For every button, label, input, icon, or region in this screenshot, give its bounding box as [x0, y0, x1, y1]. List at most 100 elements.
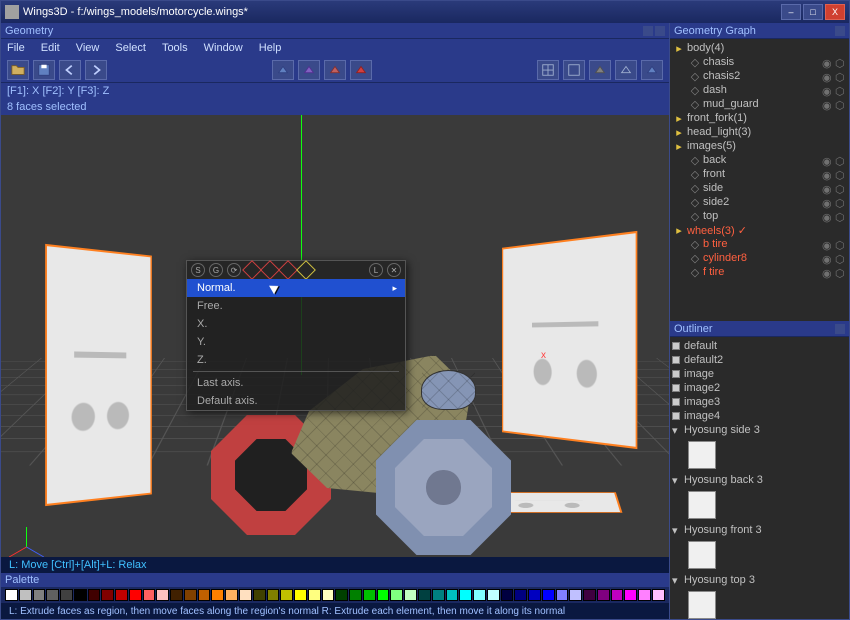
outliner-image-thumb[interactable]	[672, 587, 847, 619]
tree-item[interactable]: ◇front◉⬡	[672, 167, 847, 181]
titlebar[interactable]: Wings3D - f:/wings_models/motorcycle.win…	[1, 1, 849, 23]
palette-swatch[interactable]	[446, 589, 459, 601]
palette-swatch[interactable]	[624, 589, 637, 601]
palette-swatch[interactable]	[322, 589, 335, 601]
wire-icon[interactable]: ⬡	[835, 99, 845, 109]
expand-icon[interactable]: ▾	[672, 574, 684, 587]
minimize-button[interactable]: –	[781, 4, 801, 20]
front-wheel[interactable]	[376, 420, 511, 555]
eye-icon[interactable]: ◉	[822, 211, 832, 221]
eye-icon[interactable]: ◉	[822, 57, 832, 67]
wire-icon[interactable]: ⬡	[835, 211, 845, 221]
outliner-material[interactable]: image2	[672, 381, 847, 395]
outliner-image-thumb[interactable]	[672, 487, 847, 523]
palette-swatch[interactable]	[473, 589, 486, 601]
palette-swatch[interactable]	[542, 589, 555, 601]
eye-icon[interactable]: ◉	[822, 197, 832, 207]
view-wire-button[interactable]	[615, 60, 637, 80]
tree-folder[interactable]: ▸front_fork(1)	[672, 111, 847, 125]
outliner-image-thumb[interactable]	[672, 437, 847, 473]
palette-swatch[interactable]	[556, 589, 569, 601]
palette-swatch[interactable]	[253, 589, 266, 601]
tree-item[interactable]: ◇chasis◉⬡	[672, 55, 847, 69]
menu-tools[interactable]: Tools	[162, 42, 188, 54]
wire-icon[interactable]: ⬡	[835, 239, 845, 249]
palette-swatch[interactable]	[363, 589, 376, 601]
palette-swatch[interactable]	[514, 589, 527, 601]
outliner-image-label[interactable]: ▾Hyosung side 3	[672, 423, 847, 437]
ctx-item-free[interactable]: Free.	[187, 297, 405, 315]
ctx-icon-l[interactable]: L	[369, 263, 383, 277]
ctx-icon-3[interactable]: ⟳	[227, 263, 241, 277]
palette-swatch[interactable]	[335, 589, 348, 601]
tree-item[interactable]: ◇cylinder8◉⬡	[672, 251, 847, 265]
outliner-image-label[interactable]: ▾Hyosung front 3	[672, 523, 847, 537]
eye-icon[interactable]: ◉	[822, 85, 832, 95]
eye-icon[interactable]: ◉	[822, 267, 832, 277]
tree-folder[interactable]: ▸body(4)	[672, 41, 847, 55]
palette-swatch[interactable]	[377, 589, 390, 601]
panel-min-icon[interactable]	[643, 26, 653, 36]
eye-icon[interactable]: ◉	[822, 239, 832, 249]
tree-item[interactable]: ◇f tire◉⬡	[672, 265, 847, 279]
open-button[interactable]	[7, 60, 29, 80]
menu-file[interactable]: File	[7, 42, 25, 54]
menu-window[interactable]: Window	[204, 42, 243, 54]
tree-folder[interactable]: ▸images(5)	[672, 139, 847, 153]
outliner-material[interactable]: image3	[672, 395, 847, 409]
menu-view[interactable]: View	[76, 42, 100, 54]
geometry-graph-header[interactable]: Geometry Graph	[670, 23, 849, 39]
close-button[interactable]: X	[825, 4, 845, 20]
palette-swatch[interactable]	[129, 589, 142, 601]
palette-swatch[interactable]	[198, 589, 211, 601]
palette-swatch[interactable]	[583, 589, 596, 601]
maximize-button[interactable]: □	[803, 4, 823, 20]
palette-swatch[interactable]	[60, 589, 73, 601]
palette-swatch[interactable]	[267, 589, 280, 601]
palette-swatch[interactable]	[33, 589, 46, 601]
outliner-list[interactable]: defaultdefault2imageimage2image3image4▾H…	[670, 337, 849, 619]
wire-icon[interactable]: ⬡	[835, 71, 845, 81]
wire-icon[interactable]: ⬡	[835, 155, 845, 165]
save-button[interactable]	[33, 60, 55, 80]
palette-swatch[interactable]	[101, 589, 114, 601]
eye-icon[interactable]: ◉	[822, 183, 832, 193]
palette-swatch[interactable]	[170, 589, 183, 601]
ctx-item-x[interactable]: X.	[187, 315, 405, 333]
wire-icon[interactable]: ⬡	[835, 85, 845, 95]
outliner-material[interactable]: image4	[672, 409, 847, 423]
ctx-item-z[interactable]: Z.	[187, 351, 405, 369]
wire-icon[interactable]: ⬡	[835, 169, 845, 179]
outliner-close-icon[interactable]	[835, 324, 845, 334]
palette-swatch[interactable]	[19, 589, 32, 601]
menu-edit[interactable]: Edit	[41, 42, 60, 54]
geometry-panel-header[interactable]: Geometry	[1, 23, 669, 39]
ctx-item-y[interactable]: Y.	[187, 333, 405, 351]
outliner-image-label[interactable]: ▾Hyosung back 3	[672, 473, 847, 487]
ctx-icon-face[interactable]	[278, 260, 298, 280]
tree-item[interactable]: ◇mud_guard◉⬡	[672, 97, 847, 111]
palette-swatch[interactable]	[349, 589, 362, 601]
tree-item[interactable]: ◇top◉⬡	[672, 209, 847, 223]
ctx-icon-edge[interactable]	[260, 260, 280, 280]
expand-icon[interactable]: ▾	[672, 474, 684, 487]
wire-icon[interactable]: ⬡	[835, 267, 845, 277]
palette-swatch[interactable]	[88, 589, 101, 601]
palette-swatch[interactable]	[115, 589, 128, 601]
palette-swatch[interactable]	[239, 589, 252, 601]
body-mode-button[interactable]	[350, 60, 372, 80]
palette-swatch[interactable]	[143, 589, 156, 601]
view-axes-button[interactable]	[563, 60, 585, 80]
palette-swatch[interactable]	[611, 589, 624, 601]
outliner-material[interactable]: image	[672, 367, 847, 381]
palette-swatch[interactable]	[404, 589, 417, 601]
tree-item[interactable]: ◇back◉⬡	[672, 153, 847, 167]
tree-item[interactable]: ◇side◉⬡	[672, 181, 847, 195]
ctx-icon-2[interactable]: G	[209, 263, 223, 277]
palette-swatch[interactable]	[211, 589, 224, 601]
outliner-image-label[interactable]: ▾Hyosung top 3	[672, 573, 847, 587]
palette-swatch[interactable]	[5, 589, 18, 601]
view-grid-button[interactable]	[537, 60, 559, 80]
tree-item[interactable]: ◇side2◉⬡	[672, 195, 847, 209]
ctx-icon-1[interactable]: S	[191, 263, 205, 277]
